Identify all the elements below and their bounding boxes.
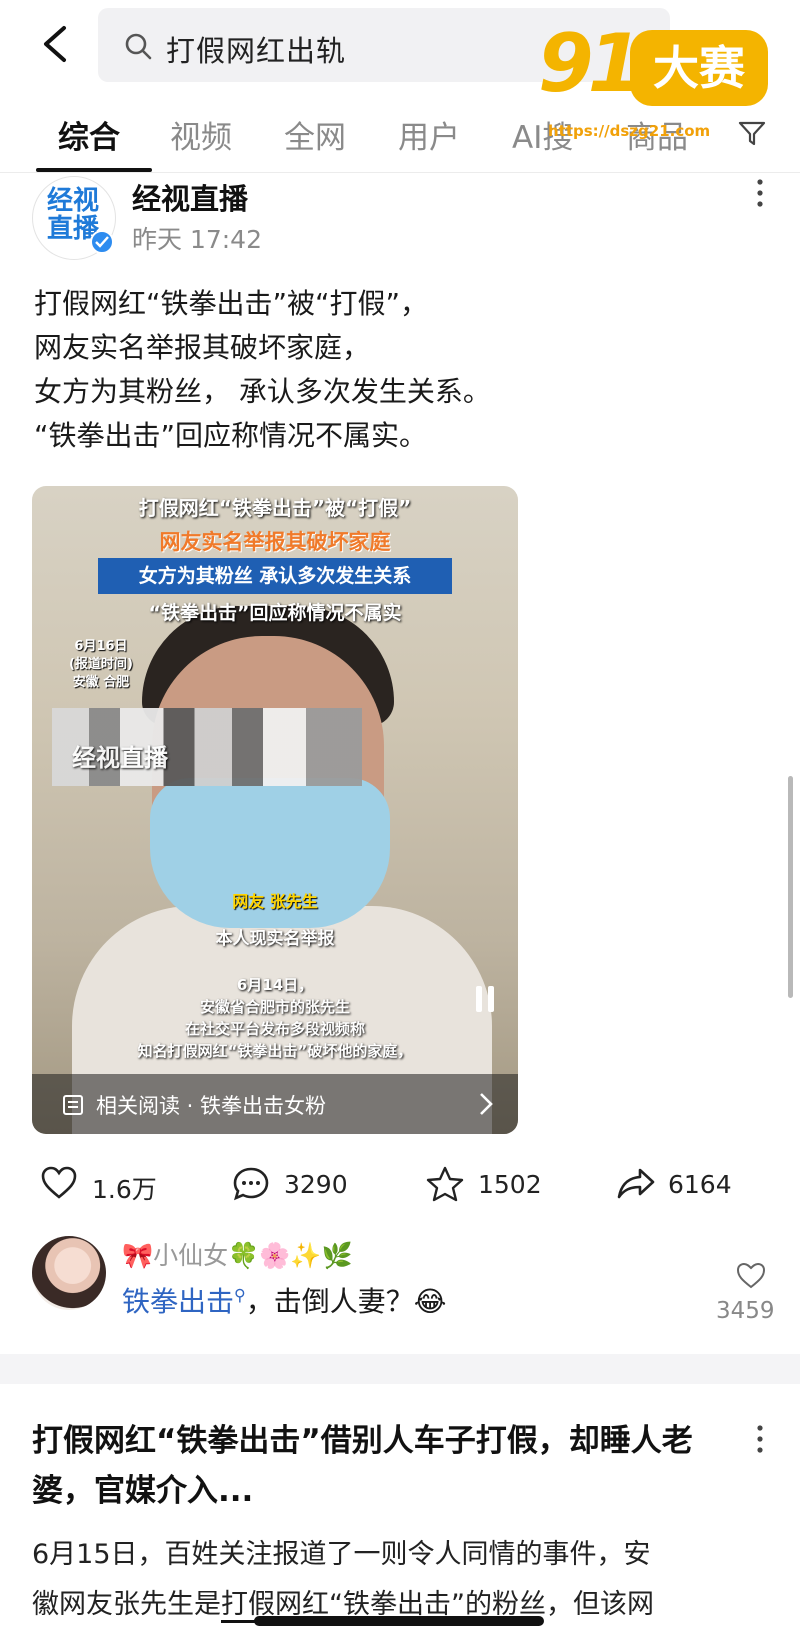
video-player[interactable]: 打假网红“铁拳出击”被“打假” 网友实名举报其破坏家庭 女方为其粉丝 承认多次发… bbox=[32, 486, 518, 1134]
share-count: 6164 bbox=[668, 1170, 732, 1199]
tab-all[interactable]: 综合 bbox=[58, 112, 120, 157]
comment-topic-link[interactable]: 铁拳出击 bbox=[122, 1285, 234, 1318]
article-title[interactable]: 打假网红“铁拳出击”借别人车子打假，却睡人老婆，官媒介入... bbox=[32, 1416, 742, 1516]
watermark-number: 91 bbox=[538, 17, 643, 110]
star-icon bbox=[426, 1166, 464, 1202]
like-count: 1.6万 bbox=[92, 1175, 157, 1204]
share-icon bbox=[617, 1168, 655, 1199]
video-name-tag: 网友 张先生 bbox=[232, 892, 318, 911]
search-icon bbox=[125, 33, 152, 60]
post-line: “铁拳出击”回应称情况不属实。 bbox=[34, 419, 428, 452]
comment-text[interactable]: 铁拳出击⚲，击倒人妻？😂 bbox=[122, 1280, 446, 1320]
video-date-note: (报道时间) bbox=[69, 657, 133, 672]
search-query: 打假网红出轨 bbox=[166, 34, 347, 68]
article-snippet[interactable]: 6月15日，百姓关注报道了一则令人同情的事件，安 徽网友张先生是打假网红“铁拳出… bbox=[32, 1530, 778, 1630]
video-subtitle: 本人现实名举报 bbox=[215, 929, 335, 949]
home-indicator bbox=[254, 1616, 544, 1626]
section-gap bbox=[0, 1354, 800, 1384]
favorite-button[interactable]: 1502 bbox=[426, 1162, 556, 1206]
like-button[interactable]: 1.6万 bbox=[40, 1162, 170, 1206]
related-reading-text: 相关阅读 · 铁拳出击女粉 bbox=[96, 1094, 327, 1118]
comment-body: ，击倒人妻？😂 bbox=[245, 1285, 447, 1318]
video-date: 6月16日 bbox=[74, 639, 128, 654]
video-caption: 6月14日， 安徽省合肥市的张先生 在社交平台发布多段视频称 知名打假网红“铁拳… bbox=[62, 974, 488, 1062]
tab-video[interactable]: 视频 bbox=[170, 112, 232, 157]
video-caption-line: 知名打假网红“铁拳出击”破坏他的家庭， bbox=[137, 1042, 413, 1060]
post-line: 网友实名举报其破坏家庭， bbox=[34, 331, 371, 364]
comment-heart-icon[interactable] bbox=[736, 1262, 766, 1290]
filter-icon[interactable] bbox=[737, 118, 767, 148]
more-options-icon[interactable] bbox=[756, 1424, 764, 1454]
commenter-avatar[interactable] bbox=[32, 1236, 106, 1310]
chevron-right-icon bbox=[480, 1093, 493, 1115]
post-actions: 1.6万 3290 1502 6164 bbox=[0, 1162, 800, 1212]
search-hint-icon: ⚲ bbox=[234, 1285, 246, 1305]
video-date-block: 6月16日 (报道时间) 安徽 合肥 bbox=[66, 638, 136, 692]
verified-badge-icon bbox=[90, 230, 114, 254]
post-time: 昨天 17:42 bbox=[132, 225, 262, 254]
video-location: 安徽 合肥 bbox=[72, 675, 130, 690]
commenter-name[interactable]: 🎀小仙女🍀🌸✨🌿 bbox=[122, 1236, 353, 1272]
video-title-line: 女方为其粉丝 承认多次发生关系 bbox=[98, 558, 452, 594]
author-name[interactable]: 经视直播 bbox=[132, 176, 248, 218]
more-options-icon[interactable] bbox=[756, 178, 764, 208]
article-text: 徽网友张先生是 bbox=[32, 1589, 221, 1620]
back-arrow-icon[interactable] bbox=[34, 22, 78, 66]
post-line: 女方为其粉丝， 承认多次发生关系。 bbox=[34, 375, 491, 408]
watermark-text: 大赛 bbox=[630, 30, 768, 106]
comment-count: 3290 bbox=[284, 1170, 348, 1199]
video-channel-logo: 经视直播 bbox=[72, 744, 168, 772]
tab-users[interactable]: 用户 bbox=[398, 112, 460, 157]
comment-like-count: 3459 bbox=[716, 1298, 775, 1324]
document-icon bbox=[63, 1095, 83, 1115]
video-caption-line: 6月14日， bbox=[236, 976, 314, 994]
comment-icon bbox=[233, 1167, 269, 1201]
watermark-url: https://dszg21.com bbox=[548, 122, 711, 140]
related-reading-bar[interactable]: 相关阅读 · 铁拳出击女粉 bbox=[32, 1074, 518, 1134]
share-button[interactable]: 6164 bbox=[616, 1162, 746, 1206]
video-caption-line: 在社交平台发布多段视频称 bbox=[184, 1020, 365, 1038]
divider bbox=[0, 172, 800, 173]
avatar-text-top: 经视 bbox=[47, 186, 100, 216]
video-caption-line: 安徽省合肥市的张先生 bbox=[199, 998, 350, 1016]
video-title-line: 网友实名举报其破坏家庭 bbox=[159, 530, 391, 554]
tab-web[interactable]: 全网 bbox=[284, 112, 346, 157]
video-title-line: 打假网红“铁拳出击”被“打假” bbox=[138, 496, 412, 520]
comment-button[interactable]: 3290 bbox=[232, 1162, 362, 1206]
post-text[interactable]: 打假网红“铁拳出击”被“打假”， 网友实名举报其破坏家庭， 女方为其粉丝， 承认… bbox=[34, 282, 774, 458]
heart-icon bbox=[41, 1166, 77, 1199]
scrollbar[interactable] bbox=[788, 776, 793, 998]
favorite-count: 1502 bbox=[478, 1170, 542, 1199]
video-title-line: “铁拳出击”回应称情况不属实 bbox=[148, 602, 402, 624]
pause-icon[interactable] bbox=[476, 986, 496, 1012]
post-line: 打假网红“铁拳出击”被“打假”， bbox=[34, 287, 429, 320]
article-line: 6月15日，百姓关注报道了一则令人同情的事件，安 bbox=[32, 1539, 651, 1570]
